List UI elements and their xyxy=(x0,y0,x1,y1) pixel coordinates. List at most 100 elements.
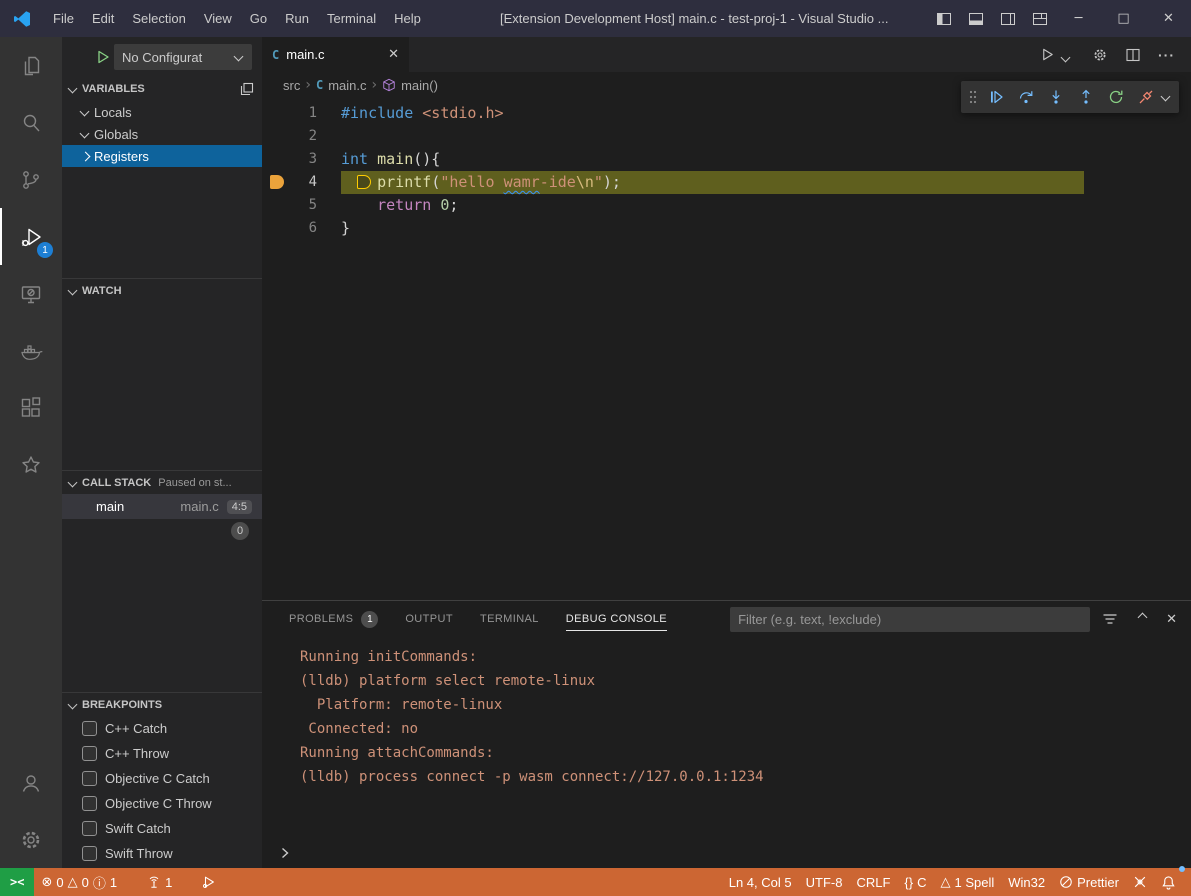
menu-go[interactable]: Go xyxy=(241,0,276,37)
console-filter-input[interactable] xyxy=(738,612,1082,627)
minimize-button[interactable]: ─ xyxy=(1056,0,1101,37)
maximize-button[interactable]: □ xyxy=(1101,0,1146,37)
restart-button[interactable] xyxy=(1101,83,1131,111)
toggle-secondary-sidebar-button[interactable] xyxy=(992,0,1024,37)
breakpoint-gutter[interactable] xyxy=(262,194,290,217)
code-line-text[interactable]: #include <stdio.h> xyxy=(341,102,504,125)
breakpoint-item[interactable]: Objective C Throw xyxy=(62,791,262,816)
problems-status[interactable]: ⊗ 0 △ 0 ⓘ 1 xyxy=(34,868,124,896)
breakpoint-gutter[interactable] xyxy=(262,171,290,194)
menu-view[interactable]: View xyxy=(195,0,241,37)
variables-section-header[interactable]: VARIABLES xyxy=(62,77,262,101)
console-input-row[interactable] xyxy=(262,838,1191,868)
menu-edit[interactable]: Edit xyxy=(83,0,123,37)
step-out-button[interactable] xyxy=(1071,83,1101,111)
activity-bar-item-accounts[interactable] xyxy=(0,754,62,811)
copy-icon[interactable] xyxy=(240,82,254,96)
cursor-position[interactable]: Ln 4, Col 5 xyxy=(722,868,799,896)
platform-indicator[interactable]: Win32 xyxy=(1001,868,1052,896)
activity-bar-item-run-and-debug[interactable]: 1 xyxy=(0,208,62,265)
breakpoint-checkbox[interactable] xyxy=(82,746,97,761)
code-line-text[interactable]: int main(){ xyxy=(341,148,440,171)
filter-lines-icon[interactable] xyxy=(1102,611,1118,627)
language-mode[interactable]: {} C xyxy=(897,868,933,896)
breakpoint-gutter[interactable] xyxy=(262,102,290,125)
menu-help[interactable]: Help xyxy=(385,0,430,37)
activity-bar-item-extensions[interactable] xyxy=(0,379,62,436)
activity-bar-item-docker[interactable] xyxy=(0,322,62,379)
chevron-up-icon[interactable] xyxy=(1133,612,1151,626)
tab-problems[interactable]: PROBLEMS 1 xyxy=(289,601,378,637)
ports-status[interactable]: 1 xyxy=(140,868,179,896)
breakpoint-gutter[interactable] xyxy=(262,148,290,171)
configure-gear-button[interactable] xyxy=(1092,47,1108,63)
call-stack-frame[interactable]: main main.c 4:5 xyxy=(62,494,262,519)
breakpoint-checkbox[interactable] xyxy=(82,796,97,811)
close-tab-icon[interactable]: ✕ xyxy=(388,47,399,62)
menu-terminal[interactable]: Terminal xyxy=(318,0,385,37)
toggle-panel-button[interactable] xyxy=(960,0,992,37)
activity-bar-item-explorer[interactable] xyxy=(0,37,62,94)
breakpoint-checkbox[interactable] xyxy=(82,846,97,861)
close-panel-icon[interactable]: ✕ xyxy=(1166,612,1177,627)
breakpoint-gutter[interactable] xyxy=(262,125,290,148)
code-line-text[interactable]: } xyxy=(341,217,350,240)
formatter-status[interactable]: Prettier xyxy=(1052,868,1126,896)
activity-bar-item-remote-explorer[interactable] xyxy=(0,265,62,322)
eol-indicator[interactable]: CRLF xyxy=(849,868,897,896)
step-over-button[interactable] xyxy=(1011,83,1041,111)
variables-item-registers[interactable]: Registers xyxy=(62,145,262,167)
breakpoint-item[interactable]: C++ Throw xyxy=(62,741,262,766)
more-actions-button[interactable]: ··· xyxy=(1158,47,1175,63)
start-debug-icon[interactable] xyxy=(96,50,110,64)
customize-layout-button[interactable] xyxy=(1024,0,1056,37)
variables-item-globals[interactable]: Globals xyxy=(62,123,262,145)
tools-status[interactable] xyxy=(1126,868,1154,896)
breakpoint-gutter[interactable] xyxy=(262,217,290,240)
tab-main-c[interactable]: C main.c ✕ xyxy=(262,37,409,72)
activity-bar-item-search[interactable] xyxy=(0,94,62,151)
step-into-button[interactable] xyxy=(1041,83,1071,111)
activity-bar-item-bookmarks[interactable] xyxy=(0,436,62,493)
breakpoint-item[interactable]: Swift Throw xyxy=(62,841,262,866)
continue-button[interactable] xyxy=(981,83,1011,111)
code-line-text[interactable]: printf("hello wamr-ide\n"); xyxy=(341,171,1084,194)
toggle-sidebar-button[interactable] xyxy=(928,0,960,37)
call-stack-section-header[interactable]: CALL STACK Paused on st... xyxy=(62,470,262,494)
tab-terminal[interactable]: TERMINAL xyxy=(480,601,539,637)
breakpoint-item[interactable]: Swift Catch xyxy=(62,816,262,841)
debug-status[interactable] xyxy=(195,868,223,896)
breakpoints-section-header[interactable]: BREAKPOINTS xyxy=(62,692,262,716)
breakpoint-checkbox[interactable] xyxy=(82,771,97,786)
activity-bar-item-settings[interactable] xyxy=(0,811,62,868)
breadcrumb-folder[interactable]: src xyxy=(283,78,300,93)
code-editor[interactable]: 1#include <stdio.h>23int main(){4 printf… xyxy=(262,98,1191,600)
activity-bar-item-source-control[interactable] xyxy=(0,151,62,208)
breakpoint-checkbox[interactable] xyxy=(82,721,97,736)
toolbar-grip-handle[interactable] xyxy=(965,83,981,111)
menu-run[interactable]: Run xyxy=(276,0,318,37)
breadcrumb-symbol[interactable]: main() xyxy=(382,78,438,93)
watch-section-header[interactable]: WATCH xyxy=(62,278,262,302)
tab-output[interactable]: OUTPUT xyxy=(405,601,453,637)
tab-debug-console[interactable]: DEBUG CONSOLE xyxy=(566,601,667,637)
notifications-bell[interactable] xyxy=(1154,868,1183,896)
code-line-text[interactable]: return 0; xyxy=(341,194,458,217)
breakpoint-item[interactable]: Objective C Catch xyxy=(62,766,262,791)
menu-file[interactable]: File xyxy=(44,0,83,37)
menu-selection[interactable]: Selection xyxy=(123,0,194,37)
split-editor-button[interactable] xyxy=(1125,47,1141,63)
variables-item-locals[interactable]: Locals xyxy=(62,101,262,123)
console-line: (lldb) platform select remote-linux xyxy=(300,669,1191,693)
encoding-indicator[interactable]: UTF-8 xyxy=(799,868,850,896)
chevron-down-icon[interactable] xyxy=(1157,88,1175,106)
close-button[interactable]: ✕ xyxy=(1146,0,1191,37)
breadcrumb-file[interactable]: C main.c xyxy=(316,78,367,93)
remote-indicator[interactable]: >< xyxy=(0,868,34,896)
editor-region: C main.c ✕ ··· src xyxy=(262,37,1191,600)
spell-checker-status[interactable]: △ 1 Spell xyxy=(933,868,1001,896)
run-file-button[interactable] xyxy=(1040,47,1075,62)
breakpoint-item[interactable]: C++ Catch xyxy=(62,716,262,741)
breakpoint-checkbox[interactable] xyxy=(82,821,97,836)
launch-configuration-dropdown[interactable]: No Configurat xyxy=(114,44,252,70)
